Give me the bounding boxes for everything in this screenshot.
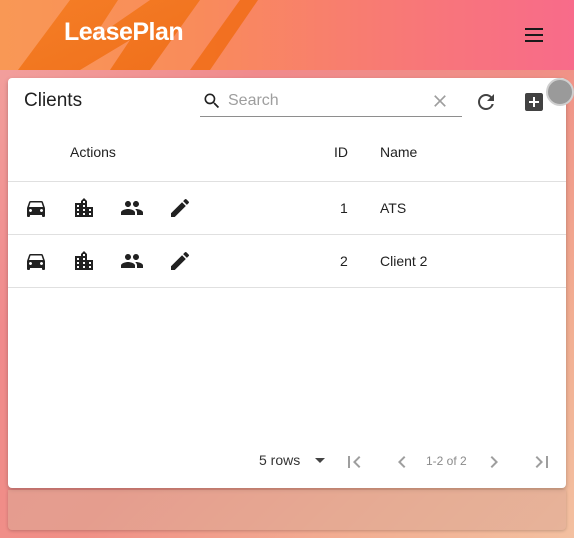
search-input[interactable] (228, 89, 424, 113)
building-icon[interactable] (72, 196, 96, 220)
dropdown-arrow-icon[interactable] (312, 452, 328, 468)
table-title: Clients (24, 90, 83, 111)
brand-logo: LeasePlan (64, 18, 184, 46)
search-icon (204, 93, 220, 109)
edit-icon[interactable] (168, 196, 192, 220)
row-name: ATS (380, 200, 407, 216)
column-header-id[interactable]: ID (334, 144, 348, 160)
last-page-icon[interactable] (530, 450, 554, 474)
add-box-icon[interactable] (522, 90, 546, 114)
previous-page-icon[interactable] (390, 450, 414, 474)
secondary-card (8, 490, 566, 530)
next-page-icon[interactable] (482, 450, 506, 474)
row-id: 1 (340, 200, 348, 216)
people-icon[interactable] (120, 196, 144, 220)
row-name: Client 2 (380, 253, 428, 269)
edit-icon[interactable] (168, 249, 192, 273)
header-divider (8, 181, 566, 182)
refresh-icon[interactable] (474, 90, 498, 114)
page-range-label: 1-2 of 2 (426, 454, 467, 468)
column-header-name[interactable]: Name (380, 144, 417, 160)
row-divider (8, 234, 566, 235)
hamburger-menu-icon[interactable] (520, 22, 548, 48)
first-page-icon[interactable] (342, 450, 366, 474)
clients-table-card: Clients Actions ID Name 1 ATS (8, 78, 574, 488)
app-header: LeasePlan (0, 0, 574, 70)
rows-per-page-select[interactable]: 5 rows (259, 452, 300, 468)
column-header-actions: Actions (70, 144, 116, 160)
car-icon[interactable] (24, 249, 48, 273)
people-icon[interactable] (120, 249, 144, 273)
cursor-indicator (546, 78, 574, 106)
row-id: 2 (340, 253, 348, 269)
clear-search-icon[interactable] (430, 91, 450, 111)
car-icon[interactable] (24, 196, 48, 220)
building-icon[interactable] (72, 249, 96, 273)
search-field (200, 86, 462, 117)
row-divider (8, 287, 566, 288)
